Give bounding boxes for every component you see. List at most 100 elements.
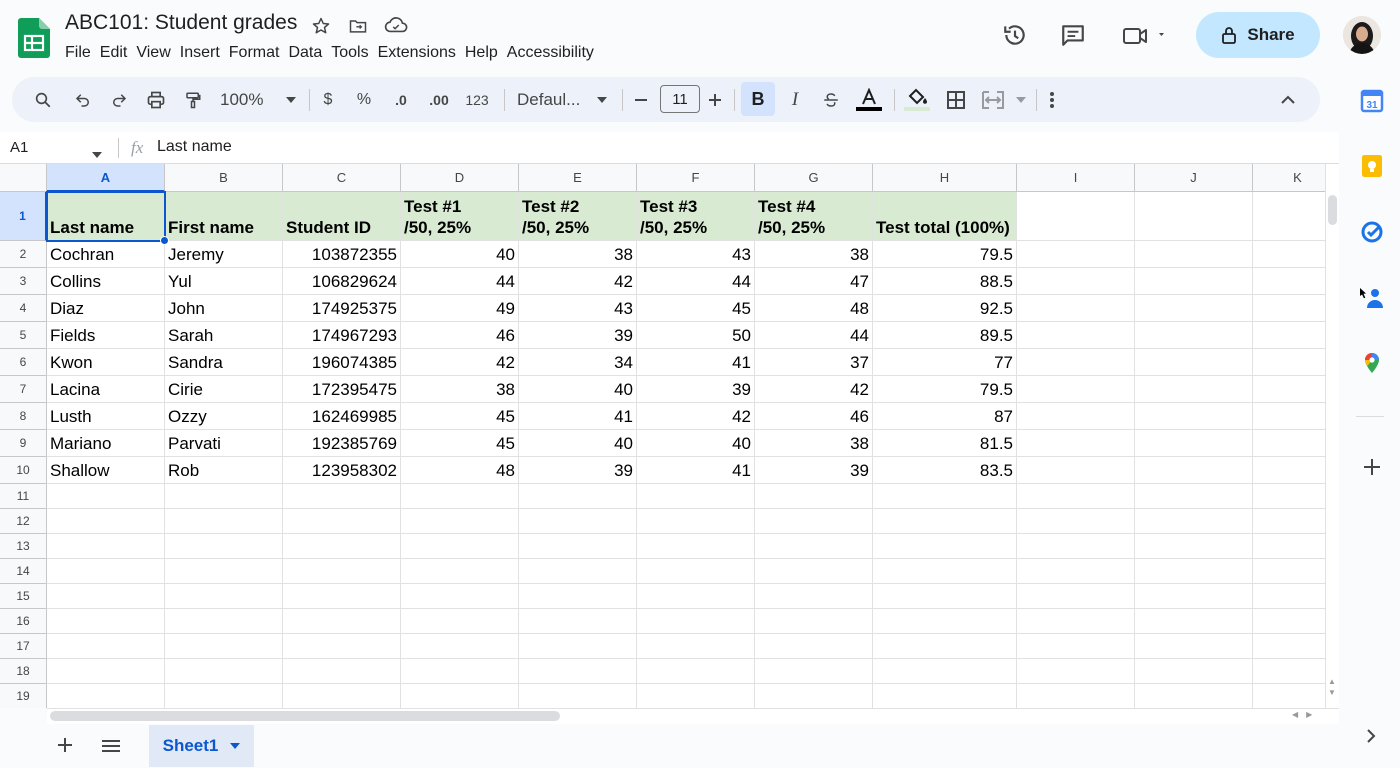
- cell[interactable]: [1253, 609, 1325, 634]
- add-sheet-icon[interactable]: [57, 737, 73, 758]
- cell[interactable]: [1135, 659, 1253, 684]
- cell[interactable]: [401, 509, 519, 534]
- cell[interactable]: [637, 634, 755, 659]
- cell[interactable]: [1135, 241, 1253, 268]
- cell[interactable]: [1135, 634, 1253, 659]
- cell[interactable]: Cochran: [47, 241, 165, 268]
- search-menus-icon[interactable]: [32, 77, 54, 122]
- document-title[interactable]: ABC101: Student grades: [65, 11, 297, 35]
- menu-help[interactable]: Help: [465, 42, 507, 64]
- row-header[interactable]: 17: [0, 634, 47, 659]
- cell[interactable]: 42: [637, 403, 755, 430]
- increase-font-size-icon[interactable]: [706, 77, 724, 122]
- cell[interactable]: [1135, 559, 1253, 584]
- calendar-icon[interactable]: 31: [1360, 89, 1384, 113]
- cell[interactable]: [755, 509, 873, 534]
- cell[interactable]: 38: [755, 241, 873, 268]
- more-formats-button[interactable]: 123: [464, 77, 490, 122]
- cell[interactable]: 48: [401, 457, 519, 484]
- cell[interactable]: [1253, 430, 1325, 457]
- cell[interactable]: Sandra: [165, 349, 283, 376]
- cell[interactable]: [519, 484, 637, 509]
- cell[interactable]: [283, 484, 401, 509]
- menu-extensions[interactable]: Extensions: [378, 42, 465, 64]
- add-addon-icon[interactable]: [1360, 455, 1384, 479]
- cell[interactable]: 38: [519, 241, 637, 268]
- cell[interactable]: [1253, 457, 1325, 484]
- menu-tools[interactable]: Tools: [331, 42, 377, 64]
- cell[interactable]: [1253, 241, 1325, 268]
- row-header[interactable]: 4: [0, 295, 47, 322]
- row-header[interactable]: 5: [0, 322, 47, 349]
- cell[interactable]: [1017, 349, 1135, 376]
- row-header[interactable]: 9: [0, 430, 47, 457]
- cell[interactable]: 49: [401, 295, 519, 322]
- redo-icon[interactable]: [108, 77, 130, 122]
- cell[interactable]: 40: [401, 241, 519, 268]
- print-icon[interactable]: [145, 77, 167, 122]
- cell[interactable]: [401, 659, 519, 684]
- cell[interactable]: [1017, 684, 1135, 708]
- cell[interactable]: [637, 484, 755, 509]
- row-header[interactable]: 6: [0, 349, 47, 376]
- cell[interactable]: [1135, 430, 1253, 457]
- cell[interactable]: 42: [519, 268, 637, 295]
- cell[interactable]: [165, 609, 283, 634]
- header-cell[interactable]: Last name: [47, 192, 165, 241]
- cell[interactable]: [1017, 192, 1135, 241]
- cell[interactable]: [1135, 609, 1253, 634]
- header-cell[interactable]: Student ID: [283, 192, 401, 241]
- cell[interactable]: 34: [519, 349, 637, 376]
- currency-format-button[interactable]: $: [318, 77, 338, 122]
- row-header[interactable]: 3: [0, 268, 47, 295]
- column-header[interactable]: H: [873, 164, 1017, 192]
- cell[interactable]: Kwon: [47, 349, 165, 376]
- cell[interactable]: [401, 634, 519, 659]
- text-color-button[interactable]: [855, 77, 883, 122]
- cell[interactable]: [1135, 322, 1253, 349]
- cell[interactable]: [873, 484, 1017, 509]
- cell[interactable]: [637, 659, 755, 684]
- cell[interactable]: [47, 634, 165, 659]
- paint-format-icon[interactable]: [182, 77, 204, 122]
- cell[interactable]: [1017, 430, 1135, 457]
- cell[interactable]: [519, 609, 637, 634]
- cell[interactable]: 89.5: [873, 322, 1017, 349]
- cell[interactable]: 41: [637, 349, 755, 376]
- cell[interactable]: Shallow: [47, 457, 165, 484]
- cell[interactable]: Yul: [165, 268, 283, 295]
- cell[interactable]: Rob: [165, 457, 283, 484]
- cell[interactable]: Lusth: [47, 403, 165, 430]
- font-select[interactable]: Defaul...: [517, 77, 607, 122]
- cell[interactable]: 39: [519, 457, 637, 484]
- cell[interactable]: [755, 684, 873, 708]
- cell[interactable]: Cirie: [165, 376, 283, 403]
- cell[interactable]: [1135, 457, 1253, 484]
- column-header[interactable]: I: [1017, 164, 1135, 192]
- cell[interactable]: [873, 534, 1017, 559]
- name-box[interactable]: A1: [10, 139, 28, 156]
- menu-insert[interactable]: Insert: [180, 42, 229, 64]
- cell[interactable]: [1253, 509, 1325, 534]
- cell[interactable]: 47: [755, 268, 873, 295]
- cell[interactable]: [755, 584, 873, 609]
- chevron-down-icon[interactable]: [92, 145, 102, 163]
- cell[interactable]: 39: [637, 376, 755, 403]
- cell[interactable]: [1135, 268, 1253, 295]
- cell[interactable]: [1253, 684, 1325, 708]
- cell[interactable]: [165, 659, 283, 684]
- percent-format-button[interactable]: %: [354, 77, 374, 122]
- cell[interactable]: 43: [637, 241, 755, 268]
- cloud-saved-icon[interactable]: [384, 14, 408, 36]
- cell[interactable]: 79.5: [873, 241, 1017, 268]
- cell[interactable]: [1017, 634, 1135, 659]
- sheets-logo-icon[interactable]: [18, 18, 50, 58]
- cell[interactable]: [1253, 403, 1325, 430]
- cell[interactable]: [1253, 349, 1325, 376]
- maps-icon[interactable]: [1360, 351, 1384, 375]
- cell[interactable]: Ozzy: [165, 403, 283, 430]
- cell[interactable]: [47, 534, 165, 559]
- cell[interactable]: [283, 634, 401, 659]
- merge-cells-icon[interactable]: [982, 77, 1026, 122]
- cell[interactable]: [1135, 684, 1253, 708]
